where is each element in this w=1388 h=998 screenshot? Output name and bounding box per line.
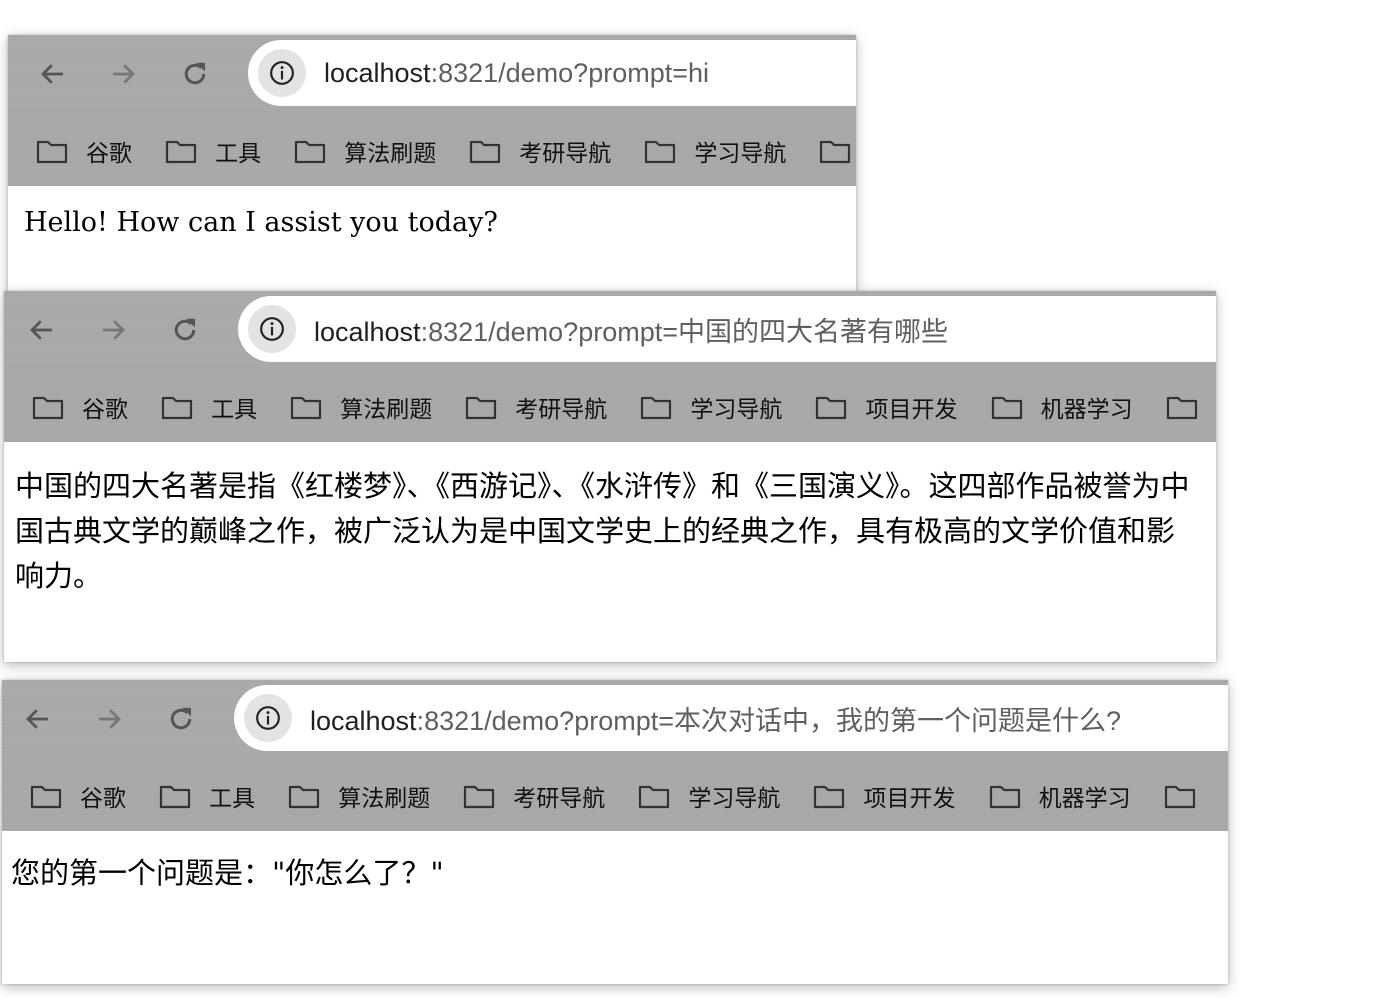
info-icon[interactable]: [244, 694, 292, 742]
reload-icon[interactable]: [166, 311, 204, 349]
url-host: localhost: [314, 316, 421, 347]
folder-icon: [165, 140, 197, 164]
bookmarks-bar: 谷歌 工具 算法刷题 考研导航 学习导航 项目开发 机器学习: [2, 756, 1228, 831]
back-arrow-icon[interactable]: [34, 55, 72, 93]
folder-icon: [30, 785, 62, 809]
address-bar[interactable]: localhost:8321/demo?prompt=hi: [248, 40, 856, 106]
back-arrow-icon[interactable]: [19, 700, 57, 738]
page-content: 中国的四大名著是指《红楼梦》、《西游记》、《水浒传》和《三国演义》。这四部作品被…: [4, 442, 1216, 662]
bookmark-folder[interactable]: 学习导航: [638, 779, 780, 813]
folder-icon: [641, 396, 672, 420]
info-icon[interactable]: [248, 305, 296, 353]
url-text: localhost:8321/demo?prompt=hi: [324, 58, 709, 89]
bookmark-folder[interactable]: 算法刷题: [288, 779, 430, 813]
bookmark-folder[interactable]: 机器学习: [991, 390, 1133, 424]
bookmark-folder-overflow[interactable]: [819, 137, 856, 165]
bookmark-folder[interactable]: 考研导航: [463, 779, 605, 813]
bookmark-folder[interactable]: 工具: [165, 134, 261, 168]
bookmark-folder[interactable]: 学习导航: [644, 134, 786, 168]
response-text: Hello! How can I assist you today?: [24, 207, 498, 238]
back-arrow-icon[interactable]: [23, 311, 61, 349]
bookmark-folder[interactable]: 工具: [161, 390, 257, 424]
page-content: Hello! How can I assist you today?: [8, 186, 856, 292]
bookmarks-bar: 谷歌 工具 算法刷题 考研导航 学习导航 项目开发 机器学习: [4, 367, 1216, 442]
folder-icon: [989, 785, 1020, 809]
reload-icon[interactable]: [162, 700, 200, 738]
browser-window-3: localhost:8321/demo?prompt=本次对话中，我的第一个问题…: [2, 680, 1228, 984]
folder-icon: [36, 140, 68, 164]
bookmark-folder[interactable]: 项目开发: [813, 779, 955, 813]
bookmark-folder[interactable]: 考研导航: [469, 134, 611, 168]
bookmark-folder[interactable]: 考研导航: [465, 390, 607, 424]
page-content: 您的第一个问题是："你怎么了？": [2, 831, 1228, 984]
forward-arrow-icon[interactable]: [104, 55, 142, 93]
bookmark-folder[interactable]: 机器学习: [989, 779, 1131, 813]
bookmark-folder[interactable]: 谷歌: [32, 390, 128, 424]
reload-icon[interactable]: [176, 55, 214, 93]
response-text: 中国的四大名著是指《红楼梦》、《西游记》、《水浒传》和《三国演义》。这四部作品被…: [15, 469, 1190, 593]
folder-icon: [289, 785, 320, 809]
folder-icon: [645, 140, 676, 164]
url-host: localhost: [324, 57, 431, 88]
folder-icon: [159, 785, 191, 809]
info-icon[interactable]: [258, 49, 306, 97]
folder-icon: [816, 396, 847, 420]
folder-icon: [820, 140, 851, 164]
bookmark-folder-overflow[interactable]: [1166, 393, 1216, 421]
folder-icon: [1164, 785, 1195, 809]
folder-icon: [161, 396, 193, 420]
bookmarks-bar: 谷歌 工具 算法刷题 考研导航 学习导航: [8, 111, 856, 186]
folder-icon: [32, 396, 64, 420]
browser-toolbar: localhost:8321/demo?prompt=本次对话中，我的第一个问题…: [2, 680, 1228, 756]
bookmark-folder[interactable]: 谷歌: [36, 134, 132, 168]
browser-window-1: localhost:8321/demo?prompt=hi 谷歌 工具 算法刷题…: [8, 35, 856, 292]
bookmark-folder[interactable]: 谷歌: [30, 779, 126, 813]
address-bar[interactable]: localhost:8321/demo?prompt=中国的四大名著有哪些: [238, 296, 1216, 362]
bookmark-folder[interactable]: 学习导航: [640, 390, 782, 424]
folder-icon: [464, 785, 495, 809]
bookmark-folder[interactable]: 算法刷题: [294, 134, 436, 168]
folder-icon: [1166, 396, 1197, 420]
url-path: :8321/demo?prompt=本次对话中，我的第一个问题是什么?: [416, 705, 1122, 736]
forward-arrow-icon[interactable]: [94, 311, 132, 349]
folder-icon: [470, 140, 501, 164]
folder-icon: [295, 140, 326, 164]
url-text: localhost:8321/demo?prompt=本次对话中，我的第一个问题…: [310, 699, 1121, 738]
bookmark-folder[interactable]: 项目开发: [815, 390, 957, 424]
browser-toolbar: localhost:8321/demo?prompt=hi: [8, 35, 856, 111]
url-text: localhost:8321/demo?prompt=中国的四大名著有哪些: [314, 310, 948, 349]
bookmark-folder[interactable]: 工具: [159, 779, 255, 813]
bookmark-folder-overflow[interactable]: [1164, 782, 1214, 810]
response-text: 您的第一个问题是："你怎么了？": [11, 856, 444, 890]
folder-icon: [814, 785, 845, 809]
url-path: :8321/demo?prompt=中国的四大名著有哪些: [420, 316, 949, 347]
url-path: :8321/demo?prompt=hi: [430, 57, 710, 88]
folder-icon: [466, 396, 497, 420]
folder-icon: [991, 396, 1022, 420]
browser-window-2: localhost:8321/demo?prompt=中国的四大名著有哪些 谷歌…: [4, 291, 1216, 662]
address-bar[interactable]: localhost:8321/demo?prompt=本次对话中，我的第一个问题…: [234, 685, 1228, 751]
bookmark-folder[interactable]: 算法刷题: [290, 390, 432, 424]
folder-icon: [639, 785, 670, 809]
browser-toolbar: localhost:8321/demo?prompt=中国的四大名著有哪些: [4, 291, 1216, 367]
url-host: localhost: [310, 705, 417, 736]
folder-icon: [291, 396, 322, 420]
forward-arrow-icon[interactable]: [90, 700, 128, 738]
